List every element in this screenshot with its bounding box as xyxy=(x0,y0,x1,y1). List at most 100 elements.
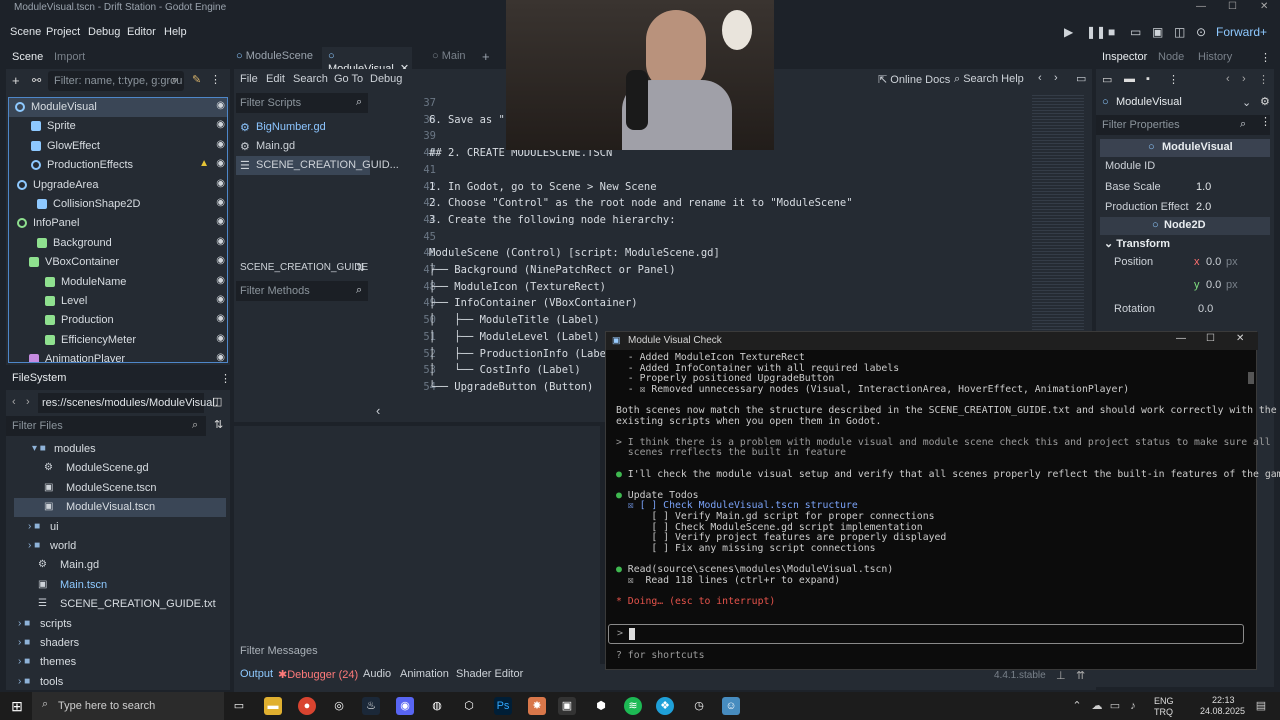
notification-icon[interactable]: ▤ xyxy=(1252,697,1270,715)
file-item[interactable]: ▣ ModuleScene.tscn xyxy=(14,479,226,498)
new-resource-icon[interactable]: ▭ xyxy=(1102,73,1112,86)
language-indicator[interactable]: ENG xyxy=(1154,696,1174,706)
chrome-icon[interactable]: ● xyxy=(298,697,316,715)
file-item[interactable]: › ■ shaders xyxy=(14,634,226,653)
transform-section[interactable]: ⌄ Transform xyxy=(1100,235,1270,253)
file-item[interactable]: ▣ ModuleVisual.tscn xyxy=(14,498,226,518)
file-item[interactable]: ▣ Main.tscn xyxy=(14,576,226,595)
visibility-eye-icon[interactable]: ◉ xyxy=(216,139,225,150)
windows-start-icon[interactable]: ⊞ xyxy=(8,697,26,715)
tab-animation[interactable]: Animation xyxy=(400,668,449,680)
tab-modulevisual[interactable]: ○ ModuleVisual✕ xyxy=(322,47,412,75)
filter-scripts-input[interactable]: Filter Scripts ⌕ xyxy=(236,93,368,113)
photoshop-icon[interactable]: Ps xyxy=(494,697,512,715)
tab-node[interactable]: Node xyxy=(1158,51,1184,63)
task-view-icon[interactable]: ▭ xyxy=(230,697,248,715)
clock-app-icon[interactable]: ◷ xyxy=(690,697,708,715)
online-docs-link[interactable]: ⇱ Online Docs xyxy=(878,73,950,86)
back-icon[interactable]: ‹ xyxy=(12,396,16,408)
visibility-eye-icon[interactable]: ◉ xyxy=(216,100,225,111)
script-section-header[interactable]: ○ ModuleVisual xyxy=(1100,139,1270,157)
tab-audio[interactable]: Audio xyxy=(363,668,391,680)
visibility-eye-icon[interactable]: ◉ xyxy=(216,178,225,189)
code-line[interactable]: 46 ModuleScene (Control) [script: ModuleS… xyxy=(372,245,1032,262)
script-menu-search[interactable]: Search xyxy=(293,73,328,85)
file-item[interactable]: ⚙ Main.gd xyxy=(14,556,226,575)
script-item-bignumber[interactable]: ⚙ BigNumber.gd xyxy=(236,118,370,137)
menu-dots-icon[interactable]: ⋮ xyxy=(220,372,231,385)
scene-node-infopanel[interactable]: InfoPanel ◉ xyxy=(9,214,227,233)
github-icon[interactable]: ◍ xyxy=(428,697,446,715)
visibility-eye-icon[interactable]: ◉ xyxy=(216,216,225,227)
play-icon[interactable]: ▶ xyxy=(1064,25,1073,39)
position-y-field[interactable]: y 0.0 px xyxy=(1100,276,1270,296)
path-field[interactable]: res://scenes/modules/ModuleVisual. xyxy=(38,393,218,413)
code-line[interactable]: 43 2. Choose "Control" as the root node a… xyxy=(372,195,1032,212)
visibility-eye-icon[interactable]: ◉ xyxy=(216,236,225,247)
menu-dots-icon[interactable]: ⋮ xyxy=(210,73,221,86)
tab-main[interactable]: ○ Main xyxy=(432,50,466,62)
minimize-icon[interactable]: — xyxy=(1196,1,1206,12)
visibility-eye-icon[interactable]: ◉ xyxy=(216,313,225,324)
tab-scene[interactable]: Scene xyxy=(12,51,43,63)
file-item[interactable]: › ■ tools xyxy=(14,673,226,690)
script-menu-goto[interactable]: Go To xyxy=(334,73,363,85)
filesystem-filter-input[interactable]: Filter Files ⌕ xyxy=(6,416,206,436)
clock-date[interactable]: 24.08.2025 xyxy=(1200,706,1245,716)
file-item[interactable]: ⚙ ModuleScene.gd xyxy=(14,459,226,478)
visibility-eye-icon[interactable]: ◉ xyxy=(216,294,225,305)
movie-icon[interactable]: ⊙ xyxy=(1196,25,1206,39)
code-line[interactable]: 41 xyxy=(372,162,1032,179)
scene-node-upgradearea[interactable]: UpgradeArea ◉ xyxy=(9,176,227,195)
speaker-icon[interactable]: ♪ xyxy=(1124,697,1142,715)
terminal-scrollbar[interactable] xyxy=(1248,372,1254,384)
visibility-eye-icon[interactable]: ◉ xyxy=(216,197,225,208)
script-menu-file[interactable]: File xyxy=(240,73,258,85)
script-icon[interactable]: ✎ xyxy=(192,73,201,86)
sort-icon[interactable]: ⇅ xyxy=(214,418,223,431)
app-icon[interactable]: ⬢ xyxy=(592,697,610,715)
property-row[interactable]: Production Effect 2.0 xyxy=(1100,198,1270,218)
stop-icon[interactable]: ■ xyxy=(1108,25,1115,39)
tab-inspector[interactable]: Inspector xyxy=(1102,51,1147,63)
close-icon[interactable]: ✕ xyxy=(1260,1,1268,12)
warning-icon[interactable]: ▲ xyxy=(199,158,209,169)
search-help-button[interactable]: ⌕ Search Help xyxy=(954,73,1024,86)
tab-modulescene[interactable]: ○ ModuleScene xyxy=(236,50,313,62)
clock-time[interactable]: 22:13 xyxy=(1212,695,1235,705)
code-line[interactable]: 47 ├── Background (NinePatchRect or Panel… xyxy=(372,262,1032,279)
code-line[interactable]: 44 3. Create the following node hierarchy… xyxy=(372,212,1032,229)
script-item-main[interactable]: ⚙ Main.gd xyxy=(236,137,370,156)
property-value[interactable]: 2.0 xyxy=(1196,201,1211,213)
unity-icon[interactable]: ⬡ xyxy=(460,697,478,715)
options-icon[interactable]: ⋮ xyxy=(1260,115,1271,128)
scene-node-productioneffects[interactable]: ProductionEffects ◉ ▲ xyxy=(9,156,227,175)
visibility-eye-icon[interactable]: ◉ xyxy=(216,333,225,344)
scene-node-modulevisual[interactable]: ModuleVisual ◉ xyxy=(9,98,227,117)
scene-node-animationplayer[interactable]: AnimationPlayer ◉ xyxy=(9,350,227,362)
visibility-eye-icon[interactable]: ◉ xyxy=(216,352,225,362)
close-icon[interactable]: ✕ xyxy=(1236,333,1244,344)
file-item[interactable]: › ■ themes xyxy=(14,653,226,672)
code-line[interactable]: 50 │ ├── ModuleTitle (Label) xyxy=(372,312,1032,329)
scene-node-level[interactable]: Level ◉ xyxy=(9,292,227,311)
menu-project[interactable]: Project xyxy=(46,26,80,38)
next-script-icon[interactable]: › xyxy=(1054,72,1058,84)
code-line[interactable]: 48 ├── ModuleIcon (TextureRect) xyxy=(372,279,1032,296)
script-menu-edit[interactable]: Edit xyxy=(266,73,285,85)
property-row[interactable]: Module ID xyxy=(1100,157,1270,177)
maximize-icon[interactable]: ☐ xyxy=(1228,1,1237,12)
rotation-field[interactable]: Rotation 0.0 xyxy=(1100,300,1270,320)
explorer-icon[interactable]: ▬ xyxy=(264,697,282,715)
add-tab-icon[interactable]: + xyxy=(482,49,490,64)
pause-icon[interactable]: ❚❚ xyxy=(1086,25,1106,39)
property-value[interactable]: 1.0 xyxy=(1196,181,1211,193)
visibility-eye-icon[interactable]: ◉ xyxy=(216,119,225,130)
network-icon[interactable]: ▭ xyxy=(1106,697,1124,715)
tab-shader-editor[interactable]: Shader Editor xyxy=(456,668,523,680)
scene-node-efficiencymeter[interactable]: EfficiencyMeter ◉ xyxy=(9,331,227,350)
tab-import[interactable]: Import xyxy=(54,51,85,63)
settings-icon[interactable]: ⚙ xyxy=(1260,95,1270,108)
minimize-icon[interactable]: — xyxy=(1176,333,1186,344)
remote-debug-icon[interactable]: ▭ xyxy=(1130,25,1141,39)
